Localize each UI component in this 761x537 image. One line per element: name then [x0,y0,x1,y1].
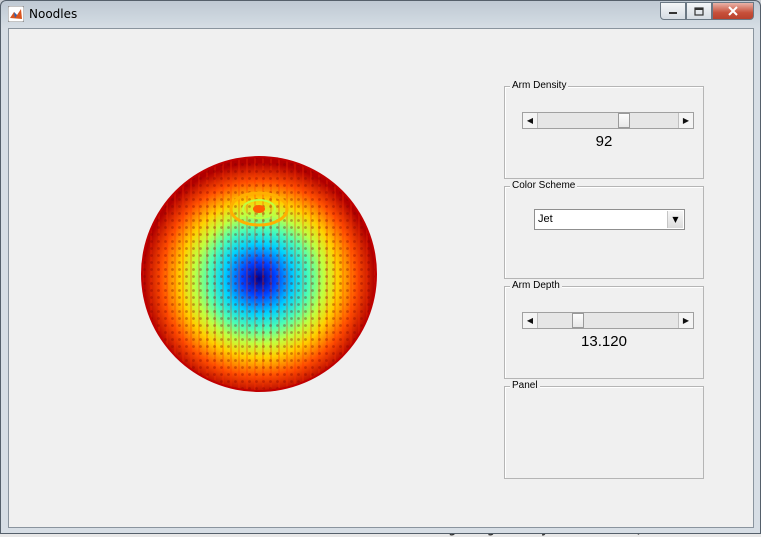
matlab-icon [8,6,24,22]
arm-density-panel: Arm Density ◀ ▶ 92 [504,80,704,179]
color-scheme-dropdown[interactable]: Jet ▼ [534,209,685,230]
right-arrow-icon: ▶ [682,116,690,125]
minimize-icon [669,12,677,14]
color-scheme-label: Color Scheme [510,180,578,191]
maximize-button[interactable] [686,2,712,20]
noodle-sphere-plot[interactable] [134,154,384,404]
minimize-button[interactable] [660,2,686,20]
arm-depth-increase-button[interactable]: ▶ [678,313,693,328]
close-button[interactable] [712,2,754,20]
window-title: Noodles [29,7,78,21]
arm-depth-label: Arm Depth [510,280,562,291]
dropdown-toggle-button[interactable]: ▼ [667,211,683,228]
arm-density-slider[interactable]: ◀ ▶ [522,112,694,129]
empty-panel: Panel [504,380,704,479]
arm-density-increase-button[interactable]: ▶ [678,113,693,128]
figure-window: Noodles Arm Density ◀ ▶ 92 Color Scheme … [0,0,761,534]
panel-label: Panel [510,380,540,391]
close-icon [728,6,738,16]
arm-depth-slider[interactable]: ◀ ▶ [522,312,694,329]
arm-density-label: Arm Density [510,80,569,91]
color-scheme-selected: Jet [538,213,553,225]
title-bar[interactable]: Noodles [1,1,760,28]
right-arrow-icon: ▶ [682,316,690,325]
arm-depth-value: 13.120 [581,333,627,350]
arm-density-slider-thumb[interactable] [618,113,630,128]
figure-client-area: Arm Density ◀ ▶ 92 Color Scheme Jet ▼ Ar… [8,28,754,528]
chevron-down-icon: ▼ [672,215,679,224]
arm-depth-panel: Arm Depth ◀ ▶ 13.120 [504,280,704,379]
arm-density-decrease-button[interactable]: ◀ [523,113,538,128]
arm-depth-slider-thumb[interactable] [572,313,584,328]
left-arrow-icon: ◀ [526,116,534,125]
left-arrow-icon: ◀ [526,316,534,325]
maximize-icon [694,6,704,16]
sphere-body [141,156,377,392]
color-scheme-panel: Color Scheme Jet ▼ [504,180,704,279]
arm-depth-decrease-button[interactable]: ◀ [523,313,538,328]
arm-density-value: 92 [595,133,613,150]
